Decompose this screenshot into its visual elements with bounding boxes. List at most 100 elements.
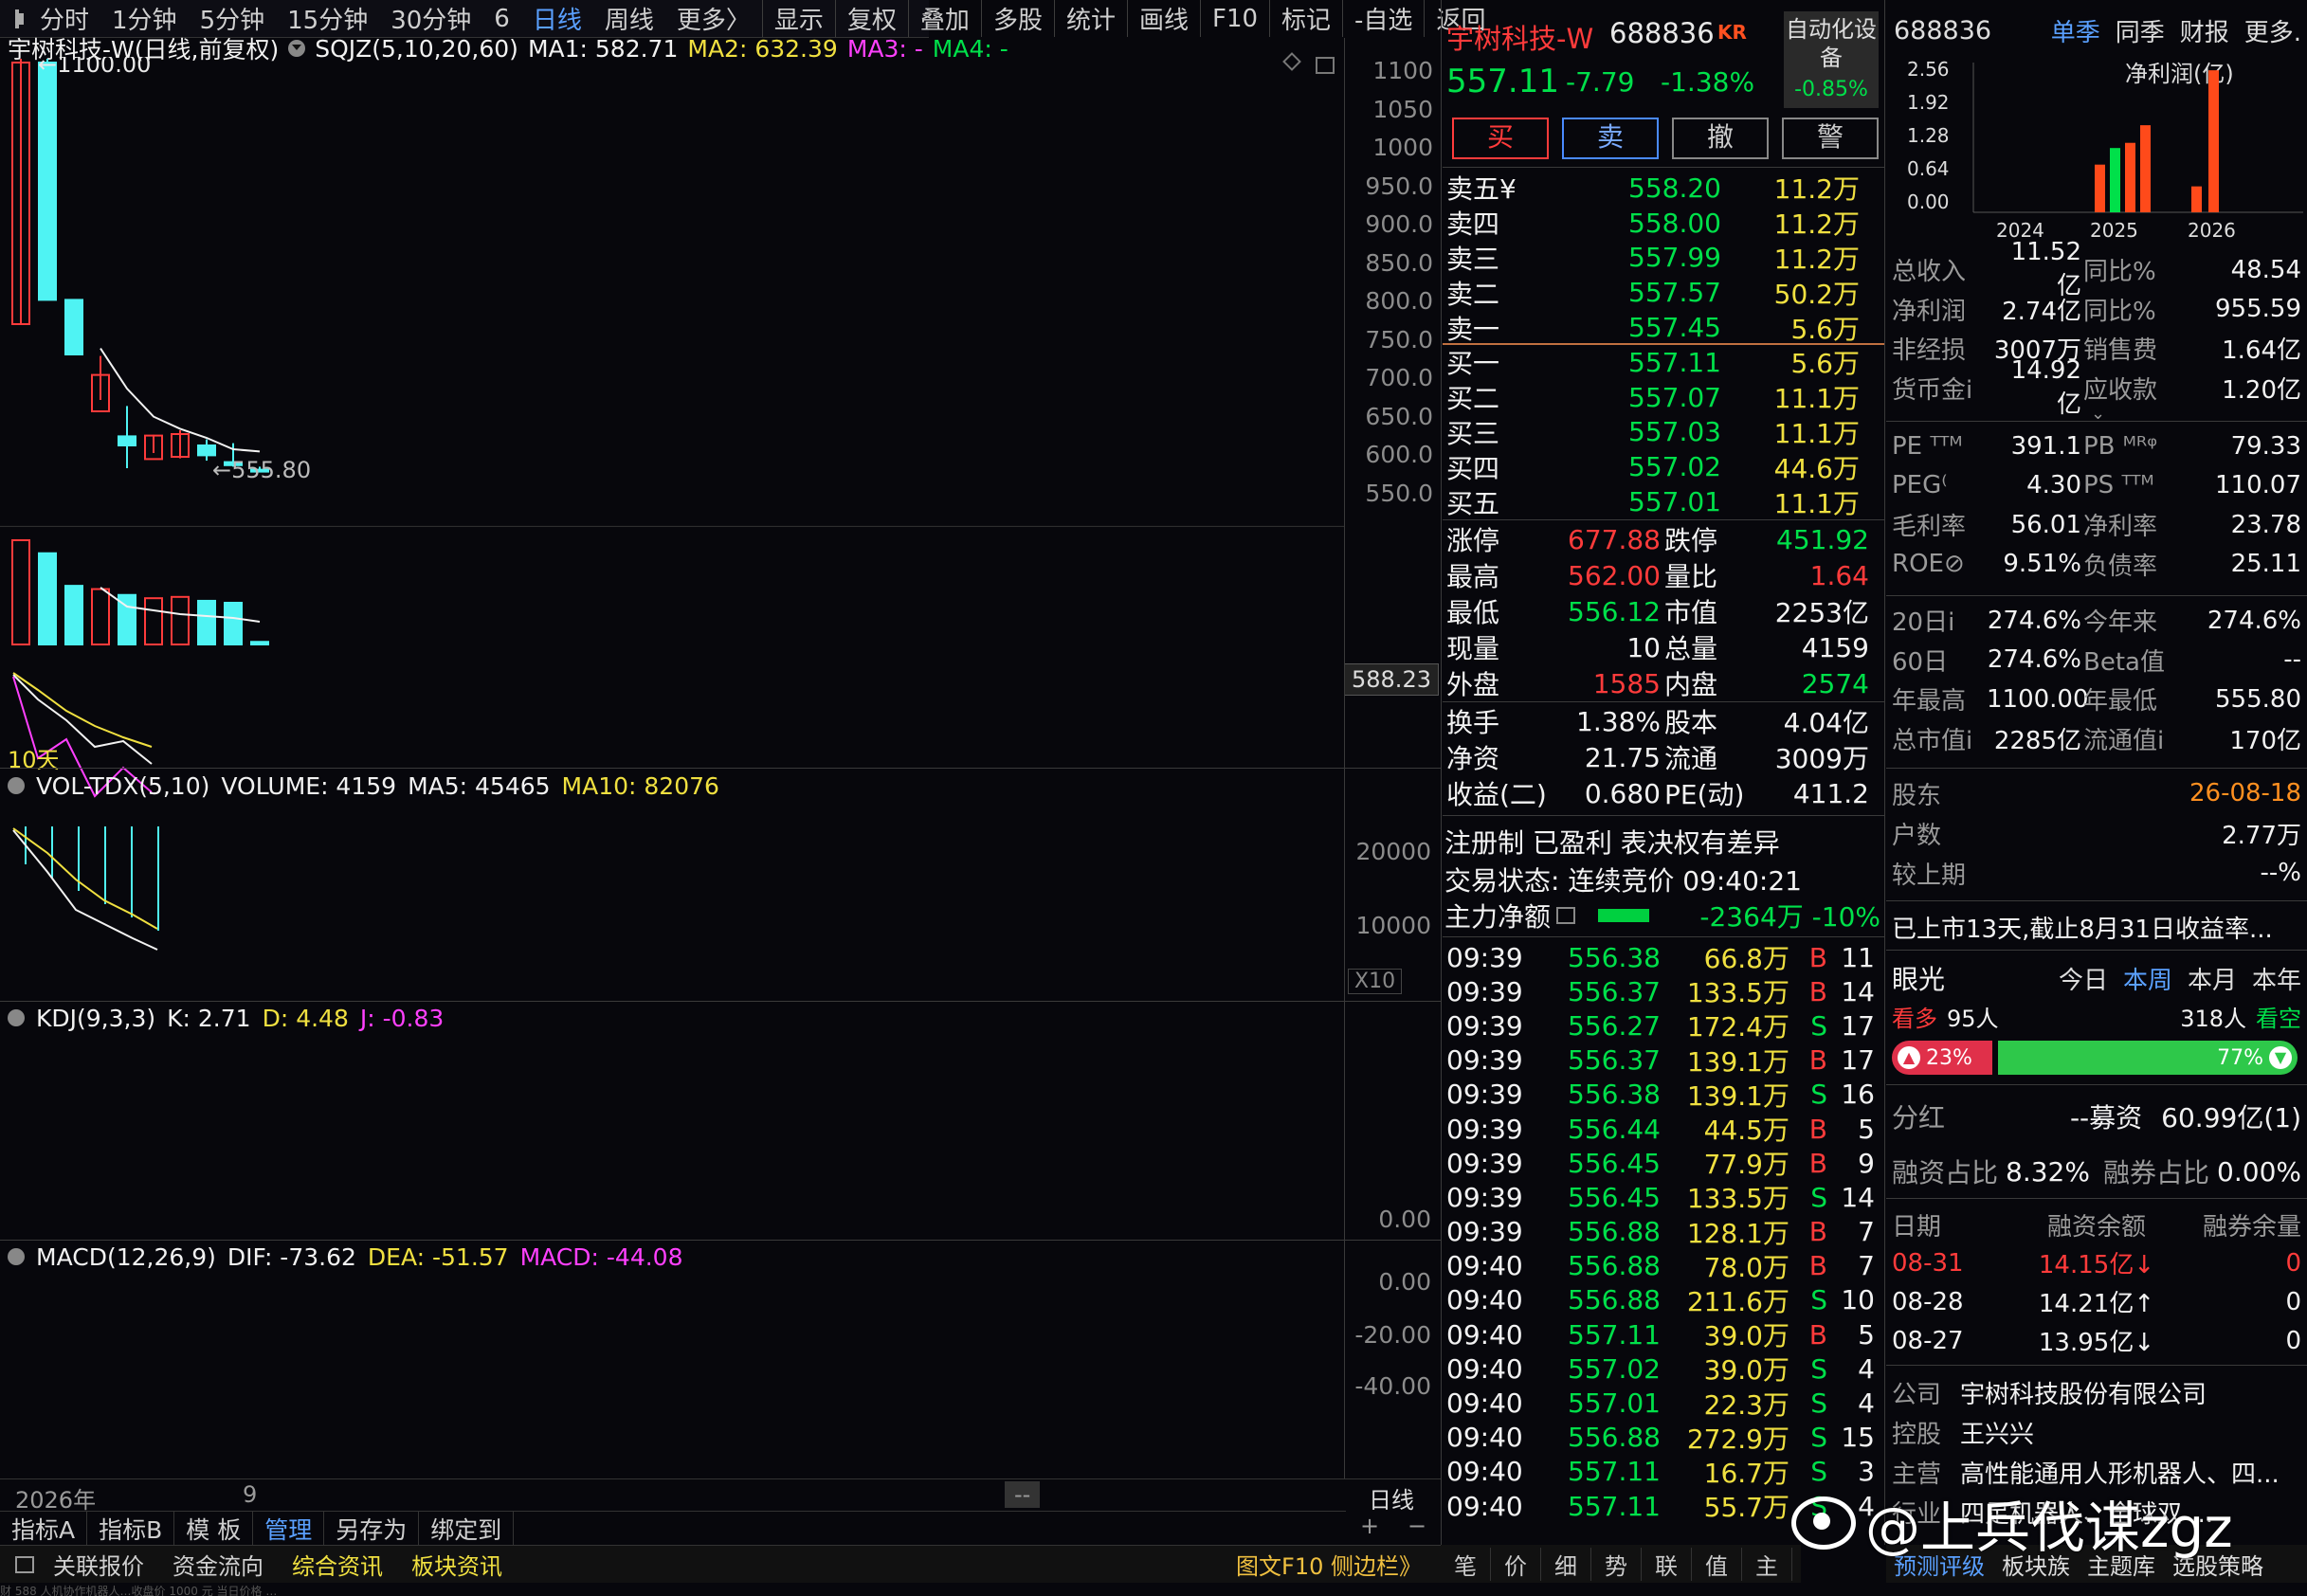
footer-link-0[interactable]: 关联报价 — [53, 1548, 144, 1581]
fin-chart[interactable]: 2.561.921.280.640.002024 2025 2026 — [1886, 53, 2307, 252]
bottom-tab-0[interactable]: 指标A — [0, 1511, 88, 1546]
bottom-tab-3[interactable]: 管理 — [253, 1511, 325, 1546]
bottom-tab-4[interactable]: 另存为 — [324, 1511, 420, 1546]
fin-tab-0[interactable]: 单季 — [2051, 13, 2100, 48]
ask-book: 卖五¥ 558.20 11.2万 卖四 558.00 11.2万 卖三 557.99 11.2万… — [1443, 171, 1884, 345]
footer-tab-1[interactable]: 价 — [1491, 1547, 1541, 1581]
tick-count: 17 — [1841, 1009, 1875, 1042]
fin-row: 总收入 11.52亿 同比% 48.54 — [1892, 238, 2301, 300]
tick-row: 09:39 556.45 77.9万 B 9 — [1443, 1146, 1884, 1181]
ask-row[interactable]: 卖二 557.57 50.2万 — [1443, 275, 1884, 310]
toolbar-button-6[interactable]: F10 — [1199, 0, 1269, 37]
stat-label: 总量 — [1664, 633, 1718, 664]
toolbar-button-8[interactable]: -自选 — [1342, 0, 1424, 37]
panel-toggle-icon[interactable] — [15, 1555, 34, 1573]
fin-value: 56.01 — [2010, 510, 2081, 539]
tick-time: 09:39 — [1446, 1044, 1523, 1077]
sentiment-period-3[interactable]: 本年 — [2252, 961, 2301, 996]
divider — [1884, 0, 1885, 1545]
bid-row[interactable]: 买四 557.02 44.6万 — [1443, 449, 1884, 484]
tick-row: 09:40 557.01 22.3万 S 4 — [1443, 1386, 1884, 1421]
toggle-icon[interactable] — [8, 777, 25, 794]
macd-dif: DIF: -73.62 — [227, 1242, 356, 1271]
footer-tab-4[interactable]: 联 — [1642, 1547, 1692, 1581]
list-icon[interactable] — [1556, 907, 1576, 924]
toolbar-button-4[interactable]: 统计 — [1053, 0, 1127, 37]
tick-list[interactable]: 09:39 556.38 66.8万 B 11 09:39 556.37 133.5万 B 14 0… — [1443, 940, 1884, 1524]
bottom-tab-5[interactable]: 绑定到 — [419, 1511, 515, 1546]
toggle-icon[interactable] — [8, 1248, 25, 1265]
price-chart[interactable]: ←1100.00 ←555.80 — [0, 57, 1346, 1327]
sentiment-period-1[interactable]: 本周 — [2123, 961, 2172, 996]
vol-title[interactable]: VOL-TDX(5,10) — [36, 772, 209, 800]
fin-tab-1[interactable]: 同季 — [2116, 13, 2165, 48]
ask-row[interactable]: 卖一 557.45 5.6万 — [1443, 310, 1884, 345]
toggle-icon[interactable] — [288, 40, 306, 57]
sentiment-bar[interactable]: ▲ 23% 77% ▼ — [1892, 1041, 2298, 1075]
tick-price: 556.27 — [1568, 1009, 1661, 1042]
price-change-pct: -1.38% — [1661, 66, 1755, 98]
toolbar-button-5[interactable]: 画线 — [1126, 0, 1200, 37]
buy-button[interactable]: 买 — [1452, 118, 1549, 159]
fin-value: 9.51% — [2003, 550, 2081, 579]
divider — [1443, 936, 1884, 937]
tick-time: 09:39 — [1446, 1009, 1523, 1042]
bid-row[interactable]: 买三 557.03 11.1万 — [1443, 415, 1884, 450]
footer-tab-3[interactable]: 势 — [1591, 1547, 1642, 1581]
ask-row[interactable]: 卖五¥ 558.20 11.2万 — [1443, 171, 1884, 206]
bid-row[interactable]: 买一 557.11 5.6万 — [1443, 345, 1884, 380]
company-value: 宇树科技股份有限公司 — [1960, 1380, 2207, 1409]
holder-row: 较上期 --% — [1892, 853, 2301, 893]
zoom-out-button[interactable]: − — [1408, 1513, 1426, 1543]
footer-link-3[interactable]: 板块资讯 — [411, 1548, 502, 1581]
alert-button[interactable]: 警 — [1782, 118, 1879, 159]
tick-amount: 66.8万 — [1703, 943, 1789, 975]
footer-link-2[interactable]: 综合资讯 — [292, 1548, 383, 1581]
footer-f10-link[interactable]: 图文F10 侧边栏》 — [1236, 1548, 1422, 1581]
cancel-button[interactable]: 撤 — [1672, 118, 1769, 159]
footer-tab-6[interactable]: 主 — [1742, 1547, 1792, 1581]
stat-value: 2253亿 — [1774, 597, 1869, 628]
kdj-title[interactable]: KDJ(9,3,3) — [36, 1005, 155, 1032]
fin-label: 总市值i — [1892, 726, 1973, 755]
bottom-tab-1[interactable]: 指标B — [87, 1511, 175, 1546]
sentiment-period-2[interactable]: 本月 — [2188, 961, 2237, 996]
stat-value: 1.64 — [1809, 559, 1869, 591]
fin-tab-3[interactable]: 更多. — [2244, 13, 2301, 48]
tick-price: 556.38 — [1568, 941, 1661, 973]
tick-side: B — [1808, 1216, 1827, 1248]
listed-note[interactable]: 已上市13天,截止8月31日收益率... — [1892, 910, 2273, 945]
toolbar-button-7[interactable]: 标记 — [1269, 0, 1342, 37]
footer-link-1[interactable]: 资金流向 — [173, 1548, 263, 1581]
macd-title[interactable]: MACD(12,26,9) — [36, 1243, 216, 1271]
timeline-period[interactable]: 日线 — [1369, 1481, 1414, 1514]
bid-row[interactable]: 买五 557.01 11.1万 — [1443, 484, 1884, 519]
fin-tab-2[interactable]: 财报 — [2180, 13, 2229, 48]
sell-button[interactable]: 卖 — [1562, 118, 1659, 159]
bottom-tab-2[interactable]: 模 板 — [174, 1511, 254, 1546]
bull-pct: 23% — [1926, 1045, 1972, 1070]
timeline-scroll[interactable]: -- — [1005, 1481, 1041, 1508]
footer-tab-2[interactable]: 细 — [1541, 1547, 1591, 1581]
price-tick: 1000 — [1372, 134, 1433, 161]
candle-body — [64, 299, 83, 355]
sector-box[interactable]: 自动化设备 -0.85% — [1784, 11, 1879, 108]
footer-tab-0[interactable]: 笔 — [1441, 1547, 1491, 1581]
price-tick: 1100 — [1372, 57, 1433, 84]
tick-count: 16 — [1841, 1079, 1875, 1111]
tick-side: B — [1808, 1044, 1827, 1077]
ask-row[interactable]: 卖三 557.99 11.2万 — [1443, 241, 1884, 276]
zoom-in-button[interactable]: + — [1360, 1513, 1379, 1543]
sentiment-period-0[interactable]: 今日 — [2059, 961, 2108, 996]
tick-side: S — [1810, 1009, 1827, 1042]
company-label: 公司 — [1892, 1380, 1942, 1409]
book-volume: 5.6万 — [1790, 348, 1860, 380]
stat-label: 最低 — [1446, 597, 1500, 628]
tick-price: 556.38 — [1568, 1079, 1661, 1111]
toggle-icon[interactable] — [8, 1009, 25, 1026]
ask-row[interactable]: 卖四 558.00 11.2万 — [1443, 206, 1884, 241]
window-icon[interactable] — [15, 9, 24, 28]
footer-tab-5[interactable]: 值 — [1692, 1547, 1742, 1581]
margin-date: 08-27 — [1892, 1326, 1964, 1355]
bid-row[interactable]: 买二 557.07 11.1万 — [1443, 380, 1884, 415]
